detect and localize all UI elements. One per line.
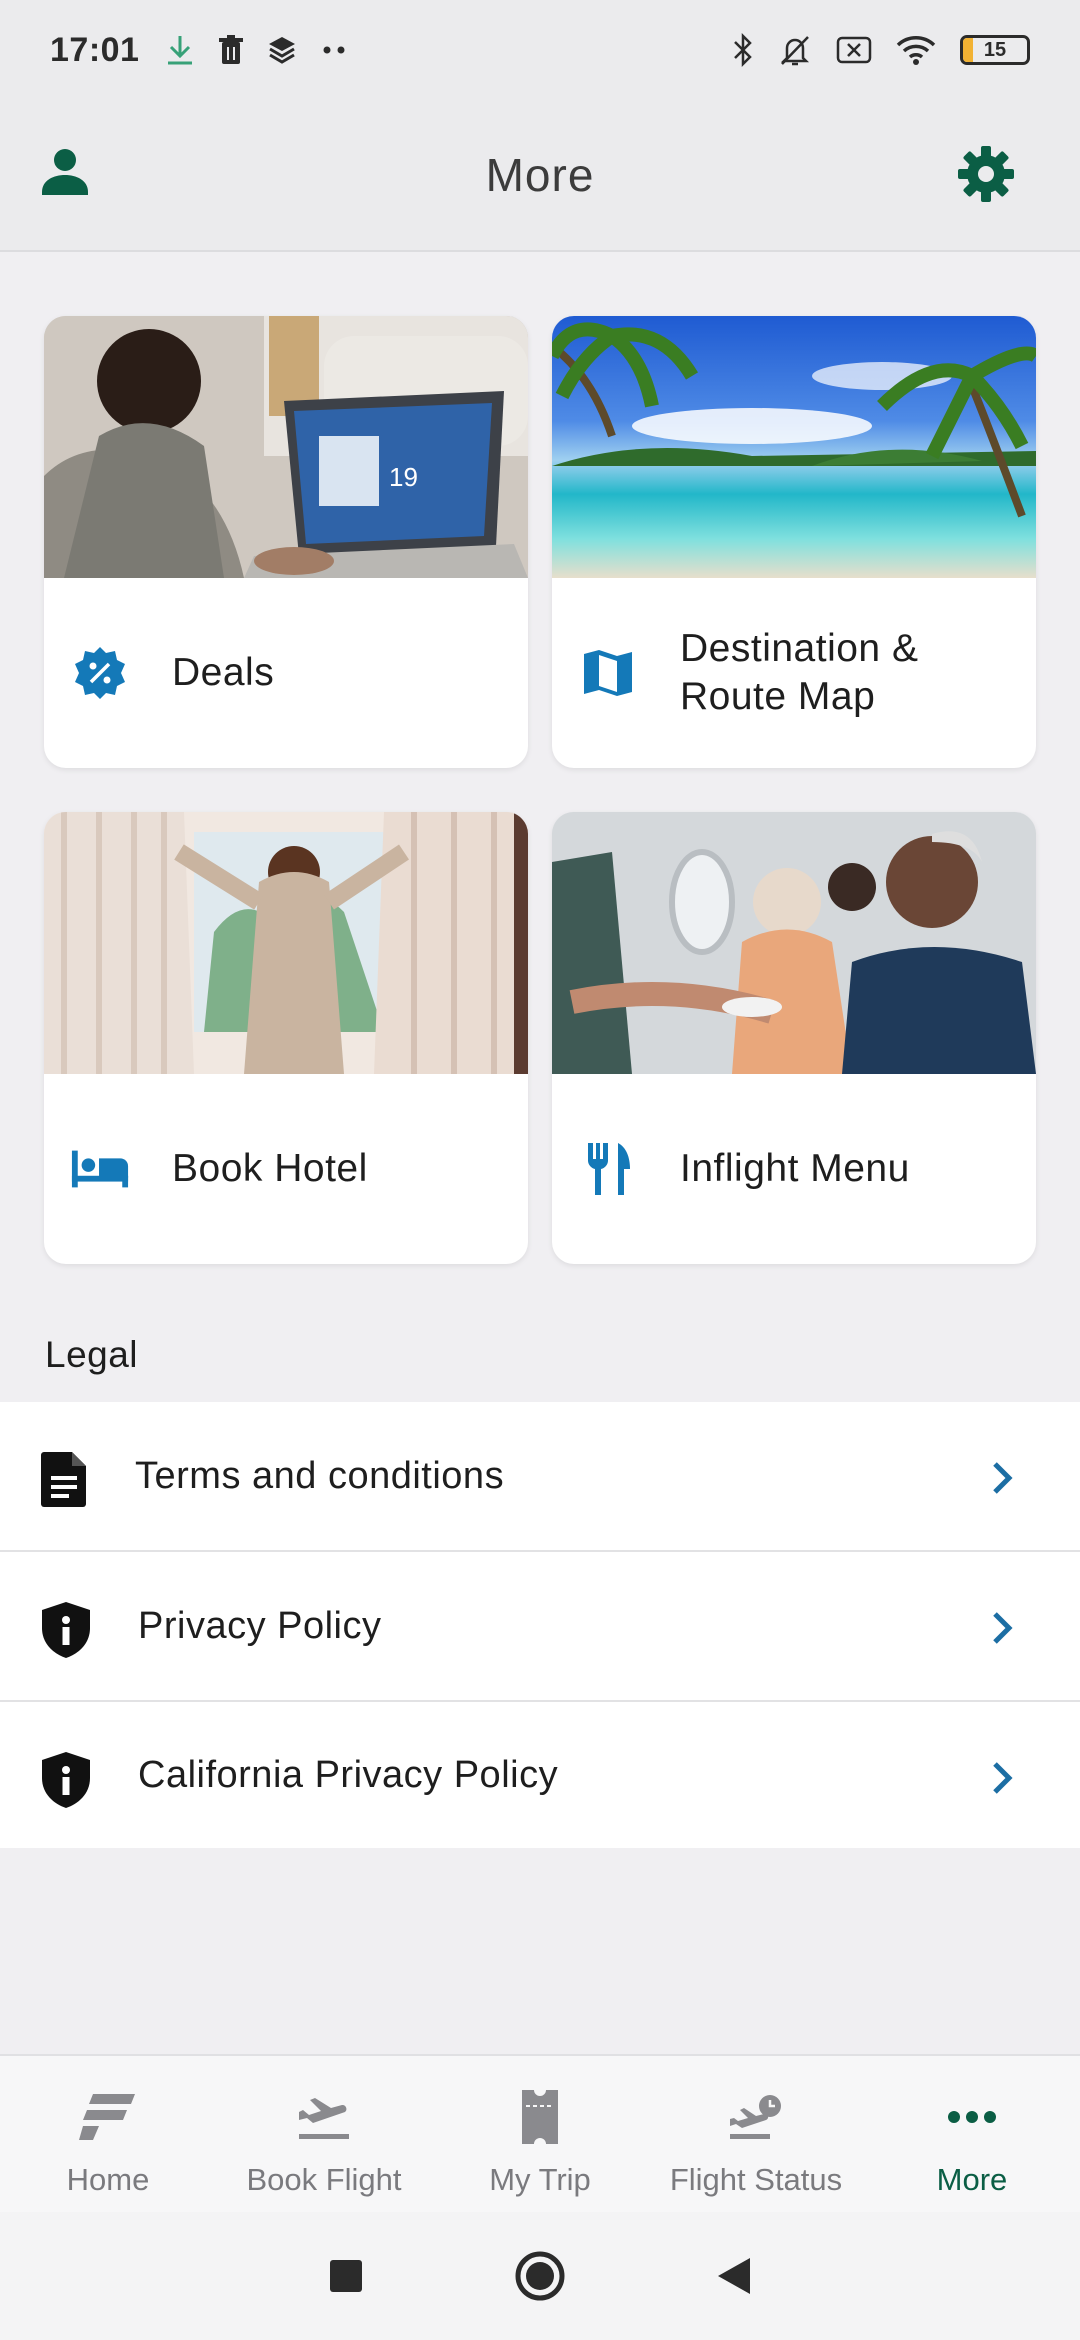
home-logo-icon [79, 2086, 137, 2148]
card-inflight-menu[interactable]: Inflight Menu [552, 812, 1036, 1264]
legal-item-label: California Privacy Policy [138, 1753, 559, 1796]
more-dots-icon [947, 2086, 997, 2148]
status-left-icons [165, 33, 349, 67]
more-notifications-icon [323, 46, 345, 54]
recents-icon[interactable] [328, 2258, 364, 2294]
bell-muted-icon [780, 36, 810, 66]
home-circle-icon[interactable] [514, 2250, 566, 2302]
nav-label: Home [66, 2162, 150, 2197]
page-title: More [485, 149, 595, 201]
person-icon [42, 149, 88, 195]
battery-level: 15 [983, 38, 1007, 61]
bottom-nav: Home Book Flight My Trip Flight Status M… [0, 2054, 1080, 2212]
nav-label: My Trip [489, 2162, 591, 2197]
battery-indicator: 15 [960, 35, 1030, 65]
svg-text:19: 19 [389, 462, 418, 492]
card-deals[interactable]: 19 Deals [44, 316, 528, 768]
legal-item-label: Terms and conditions [135, 1454, 505, 1497]
destination-illustration [552, 322, 1036, 518]
bluetooth-icon [734, 32, 752, 68]
card-destination-route-map[interactable]: Destination & Route Map [552, 316, 1036, 768]
nav-label: More [936, 2162, 1008, 2197]
bed-icon [70, 1139, 130, 1199]
deals-photo: 19 [44, 316, 528, 578]
card-label: Deals [172, 651, 275, 695]
map-icon [578, 643, 638, 703]
plane-clock-icon [726, 2086, 786, 2148]
chevron-right-icon [990, 1460, 1014, 1501]
status-right-icons: 15 [732, 32, 1030, 68]
status-time: 17:01 [50, 30, 140, 69]
plane-departure-icon [295, 2086, 353, 2148]
chevron-right-icon [990, 1610, 1014, 1651]
shield-info-icon [40, 1600, 92, 1658]
nav-label: Book Flight [246, 2162, 402, 2197]
wifi-icon [896, 36, 936, 65]
sim-off-icon [836, 36, 872, 64]
card-label: Book Hotel [172, 1147, 368, 1191]
legal-item-privacy-policy[interactable]: Privacy Policy [0, 1552, 1080, 1702]
menu-label-row: Inflight Menu [552, 1074, 1036, 1264]
ticket-icon [520, 2086, 560, 2148]
layers-icon [269, 37, 296, 64]
nav-flight-status[interactable]: Flight Status [648, 2056, 864, 2212]
legal-item-label: Privacy Policy [138, 1604, 382, 1647]
destination-photo [552, 316, 1036, 578]
card-book-hotel[interactable]: Book Hotel [44, 812, 528, 1264]
legal-list: Terms and conditions Privacy Policy Cali… [0, 1402, 1080, 1848]
nav-my-trip[interactable]: My Trip [432, 2056, 648, 2212]
chevron-right-icon [990, 1760, 1014, 1801]
menu-illustration [552, 812, 1036, 1074]
hotel-illustration [44, 812, 528, 1074]
legal-item-terms[interactable]: Terms and conditions [0, 1402, 1080, 1552]
system-nav-bar [0, 2212, 1080, 2340]
hotel-photo [44, 812, 528, 1074]
back-triangle-icon[interactable] [716, 2256, 752, 2296]
legal-heading: Legal [45, 1334, 139, 1375]
destination-label-row: Destination & Route Map [552, 578, 1036, 768]
deals-label-row: Deals [44, 578, 528, 768]
nav-book-flight[interactable]: Book Flight [216, 2056, 432, 2212]
download-icon [168, 36, 193, 65]
nav-label: Flight Status [669, 2162, 843, 2197]
legal-item-california-privacy-policy[interactable]: California Privacy Policy [0, 1702, 1080, 1848]
document-icon [40, 1450, 92, 1508]
hotel-label-row: Book Hotel [44, 1074, 528, 1264]
card-label: Inflight Menu [680, 1147, 910, 1191]
settings-button[interactable] [956, 144, 1016, 209]
nav-home[interactable]: Home [0, 2056, 216, 2212]
app-bar: More [0, 100, 1080, 252]
status-bar: 17:01 15 [0, 0, 1080, 100]
battery-fill [963, 38, 973, 62]
fork-knife-icon [578, 1139, 638, 1199]
shield-info-icon [40, 1750, 92, 1808]
deals-badge-icon [70, 643, 130, 703]
trash-icon [219, 35, 244, 64]
gear-icon [958, 146, 1014, 202]
nav-more[interactable]: More [864, 2056, 1080, 2212]
card-label: Destination & Route Map [680, 627, 919, 718]
profile-button[interactable] [38, 144, 92, 203]
deals-illustration: 19 [44, 316, 528, 578]
menu-photo [552, 812, 1036, 1074]
